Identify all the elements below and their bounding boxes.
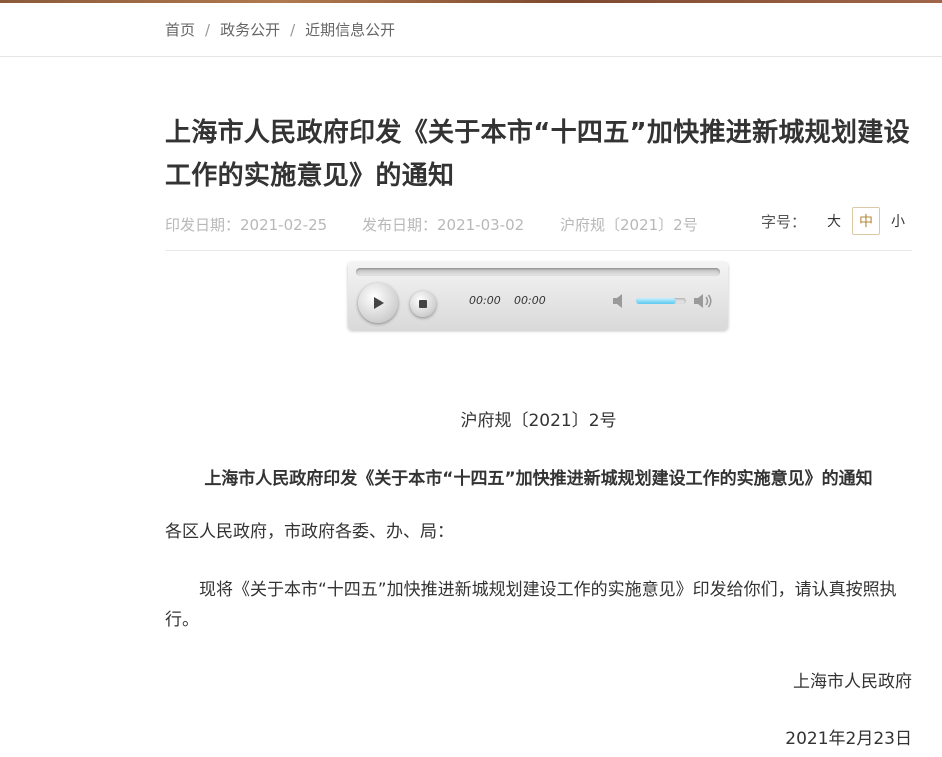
- breadcrumb-home[interactable]: 首页: [165, 19, 195, 40]
- font-size-small-button[interactable]: 小: [884, 207, 912, 235]
- duration: 00:00: [514, 294, 546, 307]
- stop-button[interactable]: [410, 291, 436, 317]
- body-salutation: 各区人民政府，市政府各委、办、局：: [165, 522, 454, 542]
- article-title: 上海市人民政府印发《关于本市“十四五”加快推进新城规划建设工作的实施意见》的通知: [165, 118, 910, 191]
- play-button[interactable]: [358, 283, 398, 323]
- doc-number: 沪府规〔2021〕2号: [560, 216, 698, 234]
- mute-icon[interactable]: [612, 293, 630, 309]
- font-size-label: 字号：: [760, 212, 806, 231]
- current-time: 00:00: [469, 294, 501, 307]
- breadcrumb-separator: /: [290, 20, 296, 39]
- body-paragraph: 现将《关于本市“十四五”加快推进新城规划建设工作的实施意见》印发给你们，请认真按…: [165, 580, 897, 630]
- breadcrumb: 首页 / 政务公开 / 近期信息公开: [165, 19, 395, 40]
- audio-progress-bar[interactable]: [356, 268, 720, 276]
- font-size-switcher: 字号： 大 中 小: [761, 207, 912, 235]
- font-size-medium-button[interactable]: 中: [852, 207, 880, 235]
- issue-date: 印发日期：2021-02-25: [165, 216, 328, 234]
- volume-max-icon[interactable]: [693, 293, 713, 309]
- publish-date: 发布日期：2021-03-02: [362, 216, 525, 234]
- breadcrumb-bar: 首页 / 政务公开 / 近期信息公开: [0, 3, 942, 57]
- article-meta: 印发日期：2021-02-25 发布日期：2021-03-02 沪府规〔2021…: [165, 207, 912, 236]
- font-size-large-button[interactable]: 大: [820, 207, 848, 235]
- header-divider: [165, 250, 912, 251]
- volume-slider[interactable]: [636, 298, 686, 304]
- audio-player: 00:00 00:00: [348, 262, 728, 330]
- stop-icon: [419, 300, 427, 308]
- breadcrumb-recent-info[interactable]: 近期信息公开: [305, 19, 395, 40]
- body-date: 2021年2月23日: [785, 729, 912, 749]
- breadcrumb-separator: /: [205, 20, 211, 39]
- volume-slider-fill: [636, 298, 676, 304]
- body-doc-number: 沪府规〔2021〕2号: [460, 411, 617, 431]
- breadcrumb-gov-affairs[interactable]: 政务公开: [220, 19, 280, 40]
- body-signature: 上海市人民政府: [793, 672, 912, 692]
- play-icon: [374, 297, 384, 309]
- body-heading: 上海市人民政府印发《关于本市“十四五”加快推进新城规划建设工作的实施意见》的通知: [204, 469, 873, 489]
